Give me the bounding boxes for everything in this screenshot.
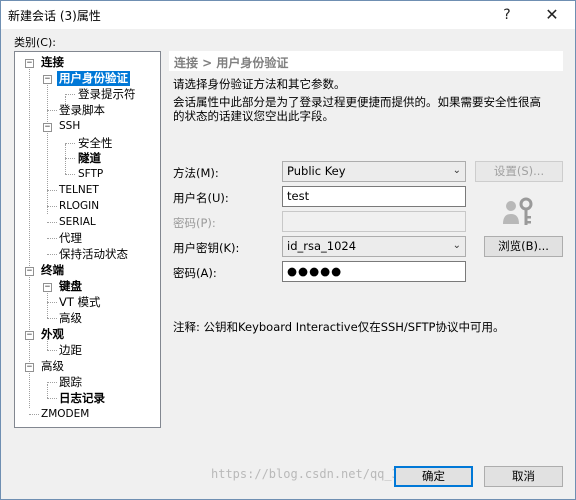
tree-item-terminal[interactable]: 终端	[39, 263, 66, 278]
username-label: 用户名(U):	[173, 191, 229, 205]
tree-item-logging[interactable]: 日志记录	[57, 391, 107, 406]
cancel-button[interactable]: 取消	[484, 466, 563, 487]
tree-connector	[47, 238, 57, 239]
category-label: 类别(C):	[14, 36, 56, 49]
tree-connector	[47, 350, 57, 351]
user-key-value: id_rsa_1024	[287, 239, 357, 253]
tree-item-tunnel[interactable]: 隧道	[76, 151, 103, 166]
description-line-1: 请选择身份验证方法和其它参数。	[173, 77, 346, 91]
tree-item-keepalive[interactable]: 保持活动状态	[57, 247, 130, 262]
tree-connector	[47, 80, 48, 214]
tree-connector	[47, 302, 57, 303]
tree-item-login-prompts[interactable]: 登录提示符	[76, 87, 138, 102]
tree-item-proxy[interactable]: 代理	[57, 231, 84, 246]
collapse-icon[interactable]: −	[43, 123, 52, 132]
tree-connector	[47, 384, 48, 398]
tree-connector	[47, 206, 57, 207]
tree-item-user-auth[interactable]: 用户身份验证	[57, 71, 130, 86]
tree-item-ssh[interactable]: SSH	[57, 119, 82, 134]
tree-connector	[65, 144, 66, 174]
tree-connector	[47, 110, 57, 111]
description-line-3: 的状态的话建议您空出此字段。	[173, 109, 334, 123]
tree-item-terminal-advanced[interactable]: 高级	[57, 311, 84, 326]
tree-item-tracking[interactable]: 跟踪	[57, 375, 84, 390]
user-key-icon	[503, 197, 533, 225]
browse-button[interactable]: 浏览(B)...	[484, 236, 563, 257]
close-button[interactable]: ✕	[537, 3, 567, 27]
properties-dialog: 新建会话 (3)属性 ? ✕ 类别(C): − 连接 − 用户身份验证 登录提示…	[0, 0, 576, 500]
tree-connector	[47, 254, 57, 255]
method-select[interactable]: Public Key ⌄	[282, 161, 466, 182]
tree-connector	[47, 222, 57, 223]
settings-button[interactable]: 设置(S)...	[475, 161, 563, 182]
tree-item-security[interactable]: 安全性	[76, 136, 115, 151]
tree-connector	[65, 174, 75, 175]
tree-item-margins[interactable]: 边距	[57, 343, 84, 358]
collapse-icon[interactable]: −	[25, 59, 34, 68]
tree-connector	[29, 414, 39, 415]
tree-connector	[47, 318, 57, 319]
note-text: 注释: 公钥和Keyboard Interactive仅在SSH/SFTP协议中…	[173, 320, 505, 334]
section-header: 连接 > 用户身份验证	[169, 51, 563, 71]
tree-connector	[65, 143, 75, 144]
collapse-icon[interactable]: −	[43, 283, 52, 292]
passphrase-label: 密码(A):	[173, 266, 217, 280]
method-value: Public Key	[287, 164, 346, 178]
tree-item-connection[interactable]: 连接	[39, 55, 66, 70]
tree-item-vt-mode[interactable]: VT 模式	[57, 295, 103, 310]
tree-connector	[65, 158, 75, 159]
username-input[interactable]: test	[282, 186, 466, 207]
tree-item-sftp[interactable]: SFTP	[76, 167, 105, 182]
ok-button[interactable]: 确定	[394, 466, 473, 487]
tree-connector	[47, 190, 57, 191]
window-title: 新建会话 (3)属性	[8, 9, 101, 23]
tree-item-rlogin[interactable]: RLOGIN	[57, 199, 101, 214]
method-label: 方法(M):	[173, 166, 219, 180]
tree-connector	[65, 94, 75, 95]
tree-connector	[47, 382, 57, 383]
chevron-down-icon: ⌄	[452, 165, 461, 176]
collapse-icon[interactable]: −	[43, 75, 52, 84]
tree-connector	[29, 64, 30, 408]
tree-item-login-script[interactable]: 登录脚本	[57, 103, 107, 118]
passphrase-input[interactable]: ●●●●●	[282, 261, 466, 282]
password-label: 密码(P):	[173, 216, 216, 230]
collapse-icon[interactable]: −	[25, 363, 34, 372]
description-line-2: 会话属性中此部分是为了登录过程更便捷而提供的。如果需要安全性很高	[173, 95, 541, 109]
tree-item-zmodem[interactable]: ZMODEM	[39, 407, 91, 422]
chevron-down-icon: ⌄	[452, 240, 461, 251]
tree-item-keyboard[interactable]: 键盘	[57, 279, 84, 294]
tree-item-telnet[interactable]: TELNET	[57, 183, 101, 198]
category-tree[interactable]: − 连接 − 用户身份验证 登录提示符 登录脚本 − SSH 安全性 隧道 SF…	[14, 51, 161, 428]
tree-connector	[47, 398, 57, 399]
tree-item-advanced[interactable]: 高级	[39, 359, 66, 374]
password-input[interactable]	[282, 211, 466, 232]
tree-item-serial[interactable]: SERIAL	[57, 215, 98, 230]
user-key-select[interactable]: id_rsa_1024 ⌄	[282, 236, 466, 257]
title-bar: 新建会话 (3)属性 ? ✕	[1, 1, 575, 29]
help-button[interactable]: ?	[492, 3, 522, 27]
collapse-icon[interactable]: −	[25, 331, 34, 340]
tree-connector	[47, 288, 48, 318]
collapse-icon[interactable]: −	[25, 267, 34, 276]
user-key-label: 用户密钥(K):	[173, 241, 240, 255]
tree-item-appearance[interactable]: 外观	[39, 327, 66, 342]
